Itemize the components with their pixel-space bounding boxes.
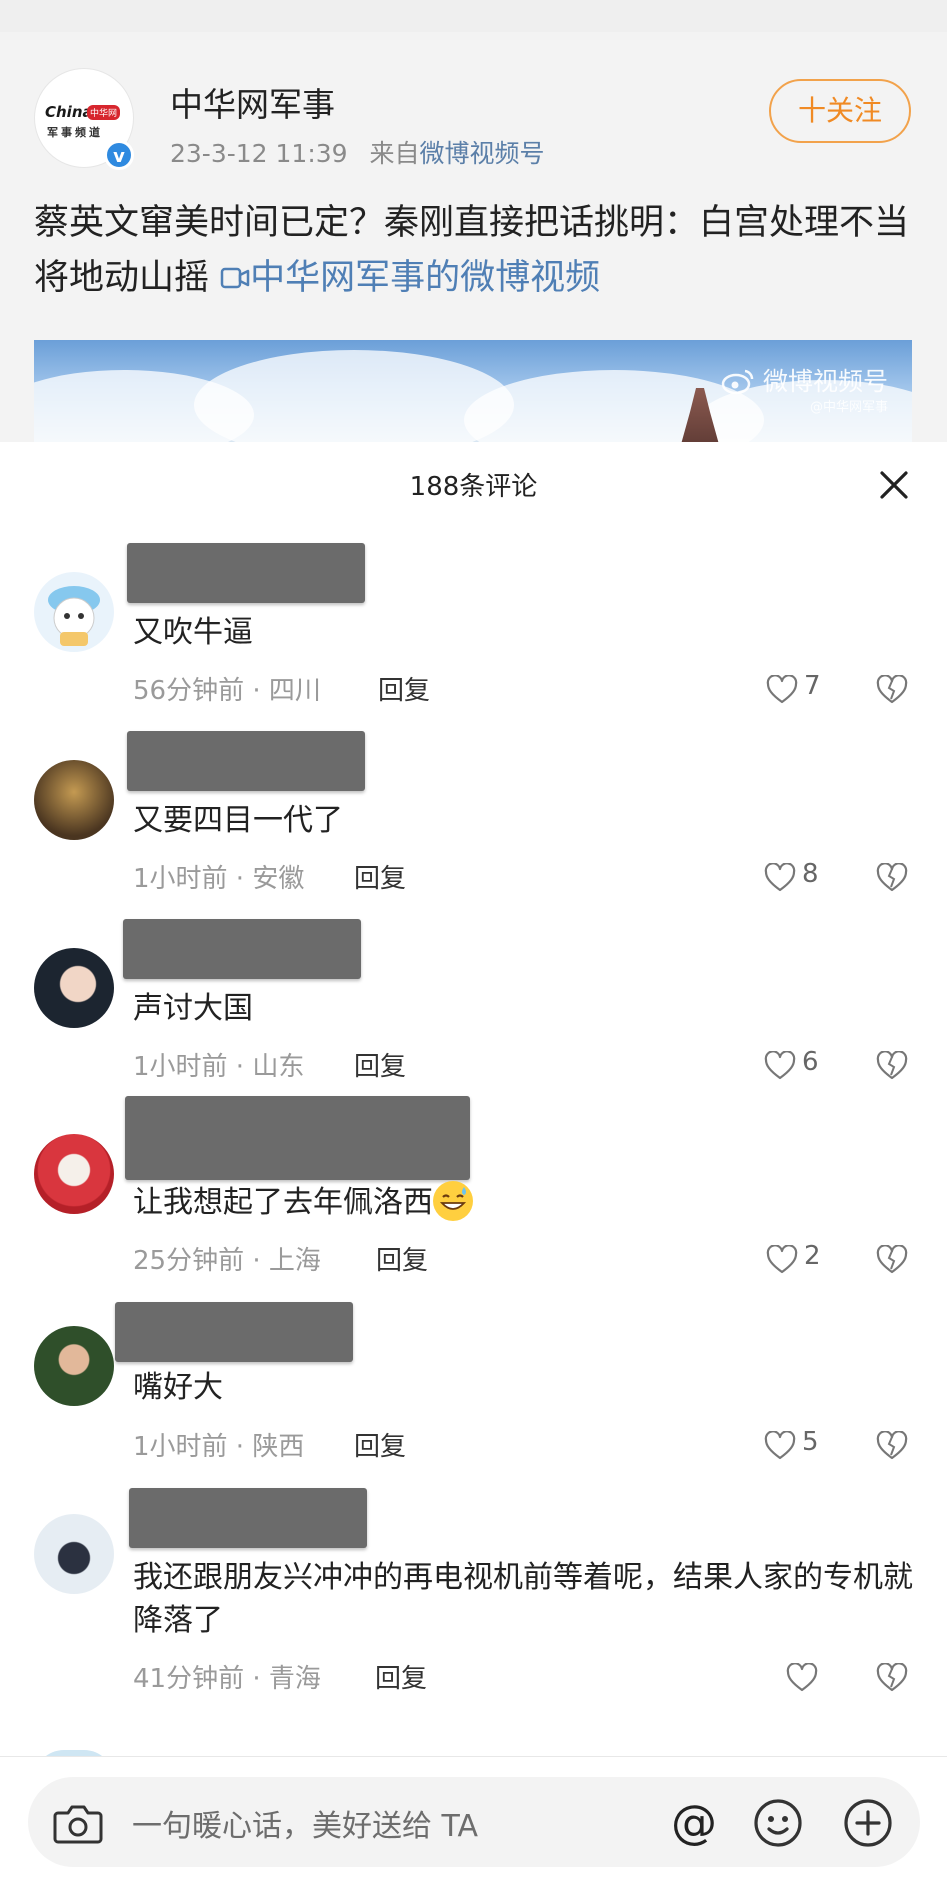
comment-meta: 25分钟前 · 上海 — [133, 1246, 321, 1276]
comment-location: 陕西 — [252, 1432, 305, 1462]
video-watermark-sub: @中华网军事 — [809, 400, 888, 415]
comment-location: 安徽 — [252, 864, 305, 894]
broken-heart-icon[interactable] — [876, 1051, 908, 1081]
post-source-link[interactable]: 微博视频号 — [420, 139, 545, 168]
comment-time: 1小时前 — [133, 1052, 228, 1082]
comment-location: 山东 — [252, 1052, 305, 1082]
like-count: 2 — [804, 1241, 821, 1271]
panda-avatar-icon — [48, 586, 100, 646]
reply-button[interactable]: 回复 — [354, 858, 406, 895]
close-icon[interactable] — [876, 467, 912, 503]
mention-at-icon[interactable]: @ — [668, 1797, 720, 1849]
reply-button[interactable]: 回复 — [375, 1658, 427, 1695]
broken-heart-icon[interactable] — [876, 675, 908, 705]
like-count: 5 — [802, 1427, 819, 1457]
commenter-avatar[interactable] — [34, 760, 114, 840]
watermark-label: 微博视频号 — [762, 367, 888, 396]
post-text: 蔡英文窜美时间已定？秦刚直接把话挑明：白宫处理不当将地动山摇 中华网军事的微博视… — [34, 196, 914, 306]
broken-heart-icon[interactable] — [876, 1431, 908, 1461]
verified-badge-icon: v — [104, 140, 134, 170]
redacted-username — [127, 731, 365, 791]
heart-icon[interactable] — [766, 1245, 798, 1275]
broken-heart-icon[interactable] — [876, 1663, 908, 1693]
like-count: 7 — [804, 671, 821, 701]
comment-meta: 1小时前 · 安徽 — [133, 864, 305, 894]
video-watermark: 微博视频号 — [721, 362, 888, 398]
redacted-username — [115, 1302, 353, 1362]
add-plus-icon[interactable] — [842, 1797, 894, 1849]
comment-time: 25分钟前 — [133, 1246, 245, 1276]
avatar-logo-tag: 中华网 — [87, 105, 121, 120]
redacted-username — [125, 1096, 470, 1180]
heart-icon[interactable] — [764, 1431, 796, 1461]
comment-meta: 1小时前 · 陕西 — [133, 1432, 305, 1462]
comment-text: 又要四目一代了 — [133, 803, 343, 838]
comment-text-body: 让我想起了去年佩洛西 — [133, 1185, 433, 1220]
reply-button[interactable]: 回复 — [354, 1046, 406, 1083]
commenter-avatar[interactable] — [34, 948, 114, 1028]
comment-location: 青海 — [268, 1664, 321, 1694]
video-thumbnail[interactable]: 微博视频号 @中华网军事 — [34, 340, 912, 442]
comment-text: 让我想起了去年佩洛西 — [133, 1180, 923, 1224]
comments-count-title: 188条评论 — [409, 472, 538, 502]
video-link[interactable]: 中华网军事的微博视频 — [220, 258, 600, 298]
comment-meta: 1小时前 · 山东 — [133, 1052, 305, 1082]
comment-input-placeholder: 一句暖心话，美好送给 TA — [132, 1809, 479, 1844]
redacted-username — [127, 543, 365, 603]
heart-icon[interactable] — [766, 675, 798, 705]
emoji-smile-icon[interactable] — [752, 1797, 804, 1849]
post-meta: 23-3-12 11:39 来自微博视频号 — [170, 134, 545, 170]
grinning-sweat-emoji-icon — [433, 1180, 473, 1221]
weibo-logo-icon — [721, 369, 754, 395]
avatar-logo-text: China — [45, 103, 93, 121]
post-author-name[interactable]: 中华网军事 — [170, 78, 335, 126]
comment-text: 嘴好大 — [133, 1370, 223, 1405]
status-bar — [0, 0, 947, 33]
like-count: 8 — [802, 859, 819, 889]
reply-button[interactable]: 回复 — [376, 1240, 428, 1277]
video-link-label: 中华网军事的微博视频 — [250, 258, 601, 298]
commenter-avatar[interactable] — [34, 1326, 114, 1406]
comment-text: 我还跟朋友兴冲冲的再电视机前等着呢，结果人家的专机就降落了 — [133, 1560, 913, 1638]
broken-heart-icon[interactable] — [876, 1245, 908, 1275]
reply-button[interactable]: 回复 — [378, 670, 430, 707]
redacted-username — [123, 919, 361, 979]
comment-meta: 56分钟前 · 四川 — [133, 676, 321, 706]
comment-time: 56分钟前 — [133, 676, 245, 706]
comment-text: 又吹牛逼 — [133, 615, 253, 650]
commenter-avatar[interactable] — [34, 1134, 114, 1214]
broken-heart-icon[interactable] — [876, 863, 908, 893]
commenter-avatar[interactable] — [34, 1514, 114, 1594]
post-source-prefix: 来自 — [369, 139, 420, 168]
camera-icon[interactable] — [52, 1799, 104, 1847]
redacted-username — [129, 1488, 367, 1548]
comment-input-bar: 一句暖心话，美好送给 TA @ — [0, 1756, 947, 1887]
reply-button[interactable]: 回复 — [354, 1426, 406, 1463]
comment-meta: 41分钟前 · 青海 — [133, 1664, 321, 1694]
heart-icon[interactable] — [786, 1663, 818, 1693]
follow-button[interactable]: 十关注 — [769, 79, 911, 143]
like-count: 6 — [802, 1047, 819, 1077]
comment-time: 1小时前 — [133, 1432, 228, 1462]
comment-location: 上海 — [268, 1246, 321, 1276]
heart-icon[interactable] — [764, 863, 796, 893]
heart-icon[interactable] — [764, 1051, 796, 1081]
comment-text: 声讨大国 — [133, 991, 253, 1026]
post-time: 23-3-12 11:39 — [170, 139, 348, 168]
video-camera-icon — [220, 267, 250, 289]
avatar-logo-subtitle: 军事频道 — [47, 126, 103, 139]
comment-location: 四川 — [268, 676, 321, 706]
commenter-avatar[interactable] — [34, 572, 114, 652]
comment-time: 41分钟前 — [133, 1664, 245, 1694]
comment-time: 1小时前 — [133, 864, 228, 894]
